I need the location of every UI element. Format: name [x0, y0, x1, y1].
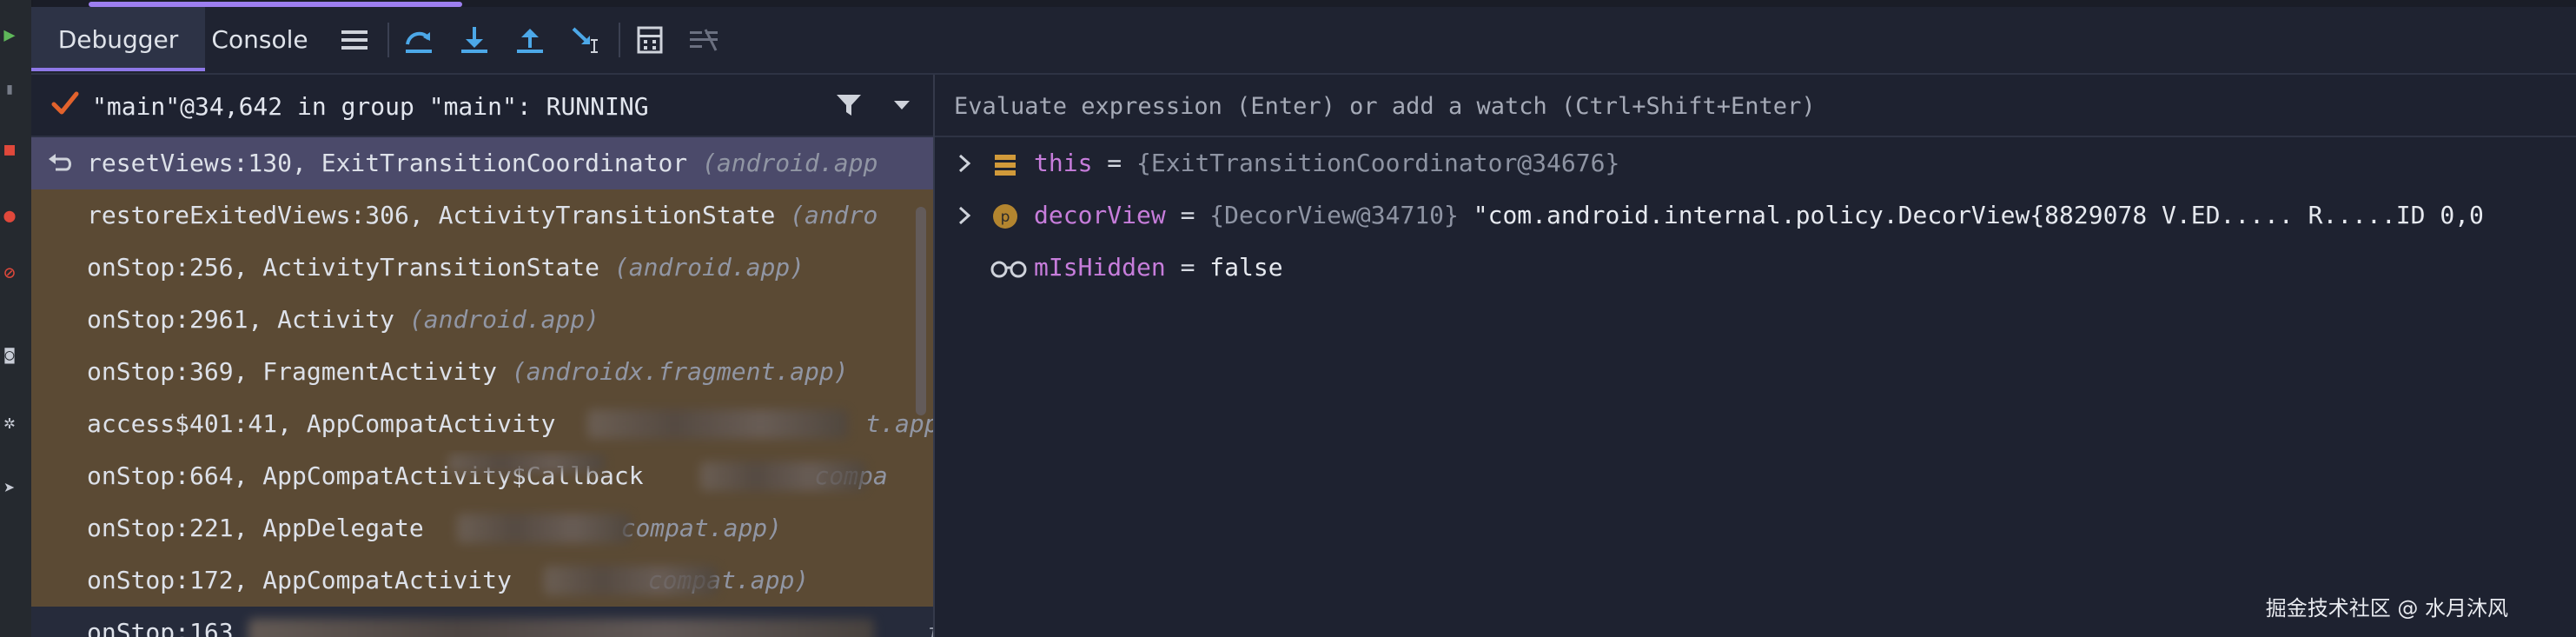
checkmark-icon: [51, 91, 79, 115]
watermark: 掘金技术社区 @ 水月沐风: [2265, 596, 2508, 620]
parameter-p-icon: p: [993, 204, 1017, 229]
run-to-cursor-icon[interactable]: [563, 7, 608, 73]
variable-name: this: [1034, 149, 1093, 177]
blurred-region: [448, 454, 605, 473]
blurred-region: [248, 619, 874, 637]
step-out-icon[interactable]: [507, 7, 553, 73]
blurred-region: [587, 409, 848, 439]
stack-frame-row[interactable]: resetViews:130, ExitTransitionCoordinato…: [31, 137, 933, 189]
frame-package: i: [925, 618, 933, 637]
variable-row[interactable]: p decorView = {DecorView@34710} "com.and…: [935, 189, 2576, 242]
watch-glasses-icon: [990, 261, 1027, 278]
resume-icon[interactable]: ▶: [0, 26, 19, 45]
frames-panel: "main"@34,642 in group "main": RUNNING r…: [31, 75, 935, 637]
variable-type: {ExitTransitionCoordinator@34676}: [1136, 149, 1620, 177]
variable-value: false: [1209, 253, 1283, 282]
stack-frame-row[interactable]: onStop:172, AppCompatActivity compat.app…: [31, 554, 933, 607]
stack-frame-row[interactable]: onStop:664, AppCompatActivity$Callback c…: [31, 450, 933, 502]
settings-gear-icon[interactable]: ✲: [0, 414, 19, 433]
frame-method: onStop:2961, Activity: [87, 305, 395, 334]
thread-label: "main"@34,642 in group "main": RUNNING: [92, 92, 649, 121]
evaluate-expression-input[interactable]: [952, 87, 2559, 125]
frame-package: (andro: [790, 201, 878, 229]
variable-name: mIsHidden: [1034, 253, 1166, 282]
tab-debugger[interactable]: Debugger: [31, 7, 205, 71]
frame-package: (androidx.fragment.app): [511, 357, 849, 386]
frame-method: onStop:369, FragmentActivity: [87, 357, 498, 386]
toolbar-separator: [387, 23, 389, 57]
frame-method: onStop:172, AppCompatActivity: [87, 566, 512, 594]
frames-scrollbar[interactable]: [916, 207, 926, 415]
stack-frame-row[interactable]: onStop:163 i: [31, 607, 933, 637]
stack-frame-row[interactable]: onStop:256, ActivityTransitionState (and…: [31, 242, 933, 294]
evaluate-expression-icon[interactable]: [627, 7, 672, 73]
stack-frame-row[interactable]: onStop:221, AppDelegate compat.app): [31, 502, 933, 554]
frame-method: resetViews:130, ExitTransitionCoordinato…: [87, 149, 688, 177]
chevron-right-icon[interactable]: [954, 153, 975, 174]
variable-operator: =: [1107, 149, 1122, 177]
frame-method: access$401:41, AppCompatActivity: [87, 409, 556, 438]
debug-actions-strip: ▶ ▮ ■ ● ⊘ ◙ ✲ ➤: [0, 0, 33, 637]
variable-row[interactable]: this = {ExitTransitionCoordinator@34676}: [935, 137, 2576, 189]
variable-name: decorView: [1034, 201, 1166, 229]
stack-frame-row[interactable]: onStop:369, FragmentActivity (androidx.f…: [31, 346, 933, 398]
frame-package: compat.app): [620, 514, 783, 542]
frame-method: onStop:221, AppDelegate: [87, 514, 424, 542]
mute-breakpoints-icon[interactable]: ⊘: [0, 264, 19, 283]
view-breakpoints-icon[interactable]: ●: [0, 207, 19, 226]
variable-operator: =: [1180, 201, 1195, 229]
frame-package: (android.app): [408, 305, 600, 334]
thread-selector[interactable]: "main"@34,642 in group "main": RUNNING: [31, 75, 933, 137]
blurred-region: [544, 566, 718, 595]
frame-package: (android.app: [702, 149, 878, 177]
camera-icon[interactable]: ◙: [0, 346, 19, 365]
stack-frames-list: resetViews:130, ExitTransitionCoordinato…: [31, 137, 933, 637]
step-into-icon[interactable]: [452, 7, 497, 73]
menu-icon[interactable]: [332, 7, 377, 73]
tab-console[interactable]: Console: [205, 7, 315, 71]
evaluate-bar: [935, 75, 2576, 137]
return-arrow-icon: [49, 154, 71, 171]
variable-value: "com.android.internal.policy.DecorView{8…: [1473, 201, 2484, 229]
pause-icon[interactable]: ▮: [0, 80, 19, 99]
frame-method: onStop:163: [87, 618, 234, 637]
top-accent-strip: [0, 0, 2576, 7]
trace-current-stream-icon[interactable]: [681, 7, 726, 73]
stop-icon[interactable]: ■: [0, 139, 19, 158]
variables-panel: this = {ExitTransitionCoordinator@34676}…: [935, 75, 2576, 637]
frame-package: (android.app): [613, 253, 805, 282]
variable-type: {DecorView@34710}: [1209, 201, 1459, 229]
stack-frame-row[interactable]: restoreExitedViews:306, ActivityTransiti…: [31, 189, 933, 242]
step-over-icon[interactable]: [396, 7, 441, 73]
frame-method: onStop:256, ActivityTransitionState: [87, 253, 600, 282]
toolbar-separator: [619, 23, 620, 57]
variable-row[interactable]: mIsHidden = false: [935, 242, 2576, 294]
pin-tab-icon[interactable]: ➤: [0, 480, 19, 499]
svg-text:p: p: [1001, 209, 1010, 226]
blurred-region: [700, 461, 865, 491]
variable-operator: =: [1180, 253, 1195, 282]
blurred-region: [457, 514, 631, 543]
field-icon: [995, 155, 1016, 176]
debugger-toolbar: Debugger Console: [31, 7, 2576, 75]
chevron-down-icon[interactable]: [883, 83, 921, 127]
stack-frame-row[interactable]: access$401:41, AppCompatActivity t.app): [31, 398, 933, 450]
frame-method: restoreExitedViews:306, ActivityTransiti…: [87, 201, 776, 229]
stack-frame-row[interactable]: onStop:2961, Activity (android.app): [31, 294, 933, 346]
filter-icon[interactable]: [827, 83, 871, 127]
chevron-right-icon[interactable]: [954, 205, 975, 226]
